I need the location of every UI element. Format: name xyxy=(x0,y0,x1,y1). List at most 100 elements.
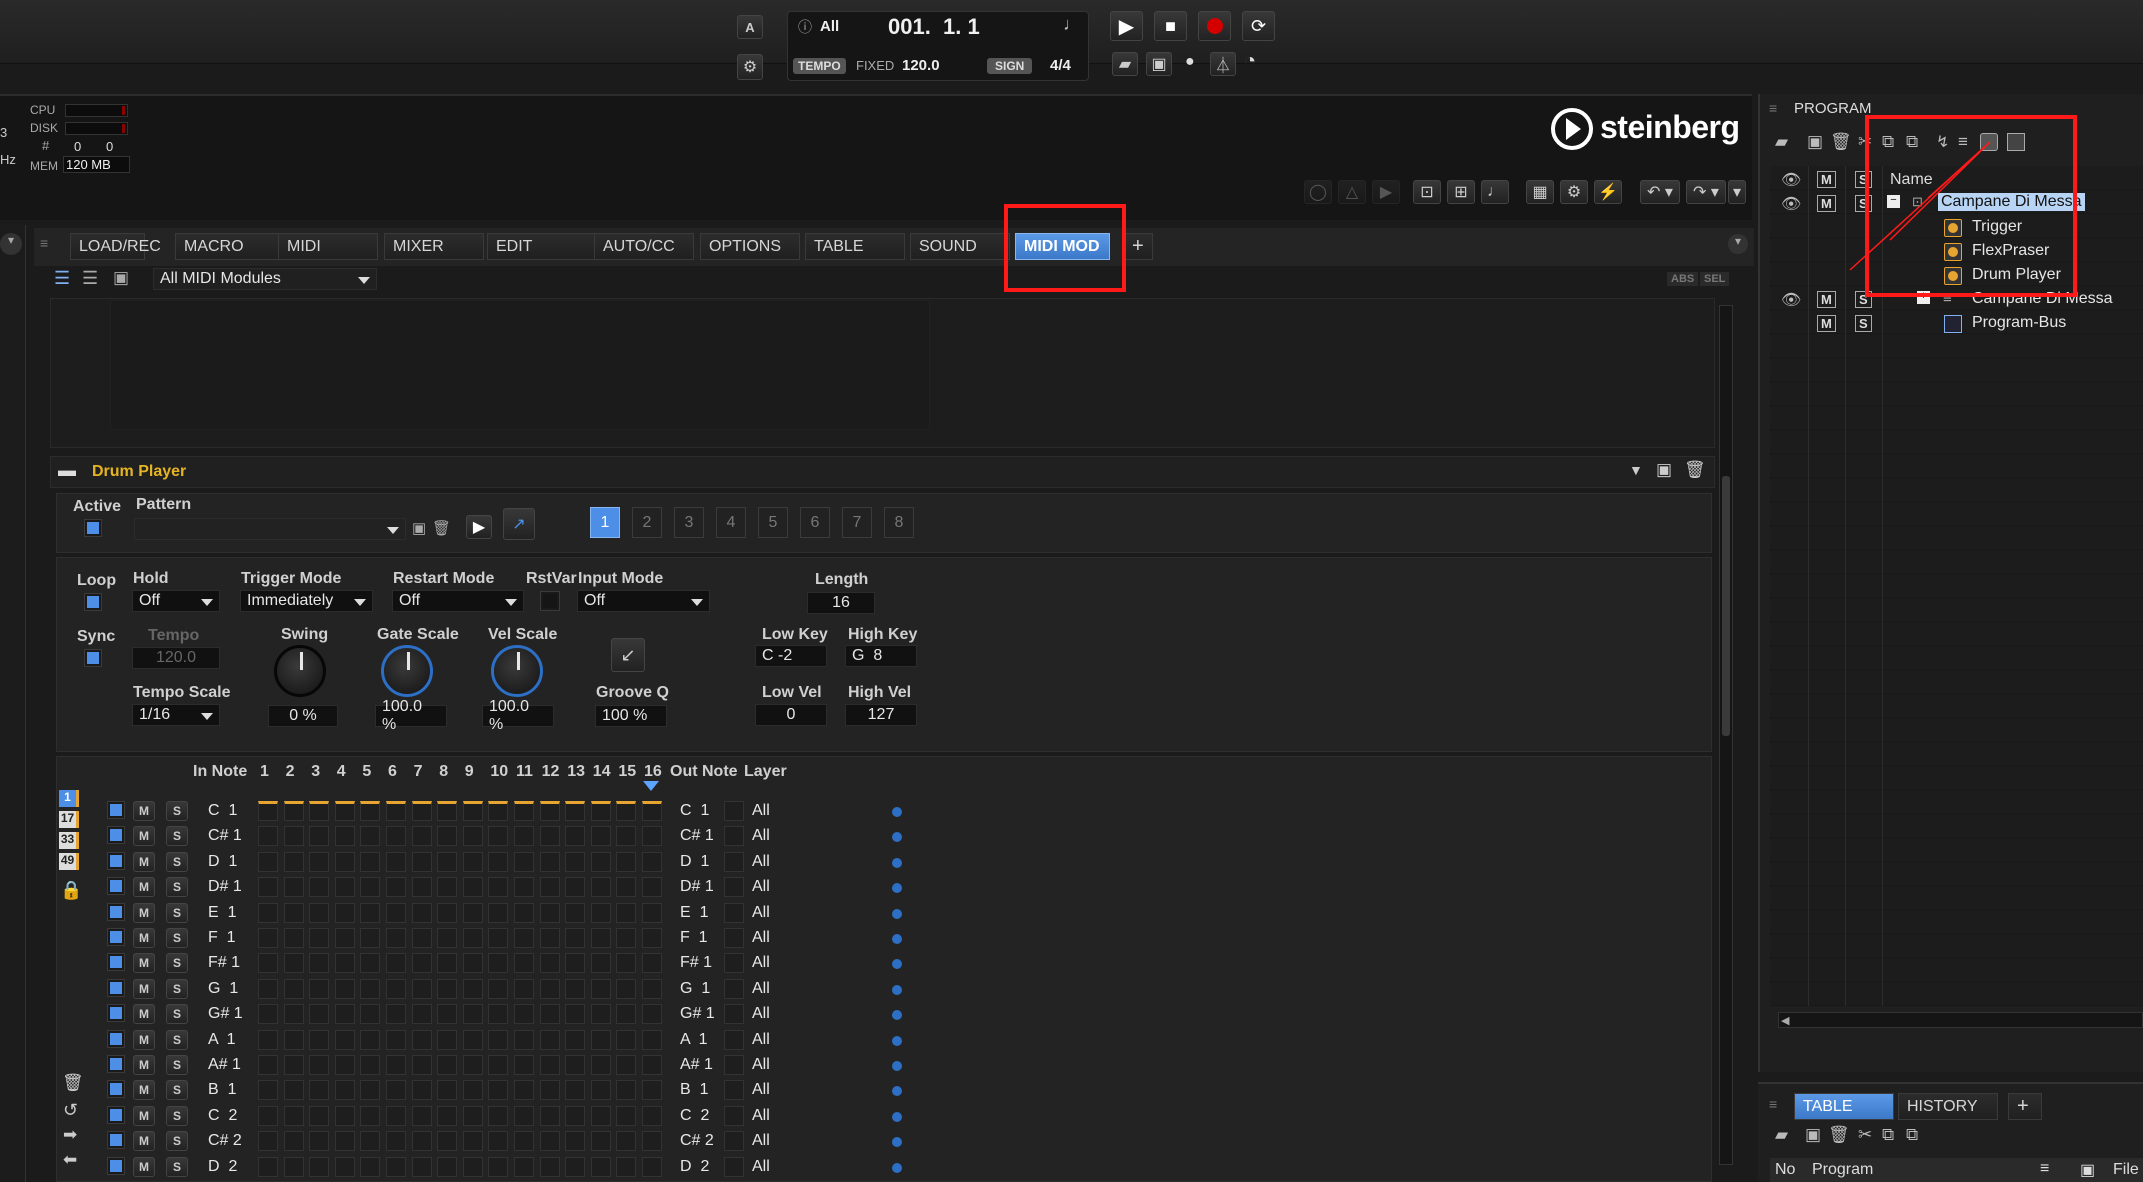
row-layer-dropdown-icon[interactable] xyxy=(892,857,902,868)
row-out-note[interactable]: D 1 xyxy=(680,853,709,871)
program-hscrollbar[interactable]: ◀ xyxy=(1778,1012,2143,1028)
row-in-note[interactable]: F 1 xyxy=(208,929,236,947)
step-cell[interactable] xyxy=(411,953,432,974)
pattern-slot-6[interactable]: 6 xyxy=(800,507,830,538)
row-solo-button[interactable]: S xyxy=(166,978,188,999)
step-cell[interactable] xyxy=(488,1080,509,1101)
table-list-icon[interactable]: ≡ xyxy=(2040,1160,2049,1178)
step-cell[interactable] xyxy=(437,978,458,999)
row-mute-button[interactable]: M xyxy=(133,902,155,923)
step-cell[interactable] xyxy=(539,1105,560,1126)
step-cell[interactable] xyxy=(514,1080,534,1101)
toolbar-icon-1[interactable]: ◯ xyxy=(1304,180,1332,204)
row-layer[interactable]: All xyxy=(752,1107,770,1125)
row-layer-toggle[interactable] xyxy=(724,978,744,999)
step-cell[interactable] xyxy=(258,928,278,948)
step-cell[interactable] xyxy=(437,1055,458,1075)
swing-value[interactable]: 0 % xyxy=(268,705,338,727)
step-cell[interactable] xyxy=(565,1004,586,1025)
step-cell[interactable] xyxy=(360,902,381,923)
row-in-note[interactable]: D 1 xyxy=(208,853,237,871)
step-cell[interactable] xyxy=(437,902,458,923)
step-cell[interactable] xyxy=(437,953,458,974)
step-cell[interactable] xyxy=(309,953,330,974)
trash-icon[interactable]: 🗑 xyxy=(62,1073,84,1093)
step-cell[interactable] xyxy=(642,1055,662,1075)
row-solo-button[interactable]: S xyxy=(166,902,188,923)
row-active-checkbox[interactable] xyxy=(108,979,124,996)
step-cell[interactable] xyxy=(437,801,458,821)
row-active-checkbox[interactable] xyxy=(108,903,124,920)
row-in-note[interactable]: E 1 xyxy=(208,904,236,922)
step-cell[interactable] xyxy=(411,1080,432,1101)
row-layer-toggle[interactable] xyxy=(724,902,744,923)
pattern-slot-3[interactable]: 3 xyxy=(674,507,704,538)
step-cell[interactable] xyxy=(309,1131,330,1152)
step-cell[interactable] xyxy=(309,1105,330,1126)
row-active-checkbox[interactable] xyxy=(108,802,124,818)
row-layer-toggle[interactable] xyxy=(724,1080,744,1101)
table-save-icon[interactable]: ▣ xyxy=(1805,1125,1821,1145)
table-col-no[interactable]: No xyxy=(1775,1161,1795,1179)
step-cell[interactable] xyxy=(334,826,355,847)
step-cell[interactable] xyxy=(514,928,534,948)
row-solo-button[interactable]: S xyxy=(166,1055,188,1075)
row-layer-toggle[interactable] xyxy=(724,877,744,898)
tab-table[interactable]: TABLE xyxy=(805,233,905,260)
row-layer-dropdown-icon[interactable] xyxy=(892,1061,902,1071)
step-cell[interactable] xyxy=(514,1029,534,1050)
step-cell[interactable] xyxy=(309,928,330,948)
row-layer[interactable]: All xyxy=(752,827,770,845)
row-solo-button[interactable]: S xyxy=(166,801,188,821)
row-out-note[interactable]: A# 1 xyxy=(680,1056,713,1074)
row-layer[interactable]: All xyxy=(752,1031,770,1049)
step-cell[interactable] xyxy=(514,902,534,923)
toolbar-icon-6[interactable]: ♩ xyxy=(1481,180,1509,204)
save-icon[interactable]: ▣ xyxy=(1146,52,1172,76)
row-solo-button[interactable]: S xyxy=(166,953,188,974)
row-layer[interactable]: All xyxy=(752,929,770,947)
step-cell[interactable] xyxy=(283,1105,304,1126)
row-in-note[interactable]: G 1 xyxy=(208,980,238,998)
module-delete-icon[interactable]: 🗑 xyxy=(1684,460,1706,480)
row-layer-toggle[interactable] xyxy=(724,826,744,847)
row-mute-button[interactable]: M xyxy=(133,1080,155,1101)
step-cell[interactable] xyxy=(514,877,534,898)
tab-auto-cc[interactable]: AUTO/CC xyxy=(594,233,694,260)
tree-item-program-bus[interactable]: Program-Bus xyxy=(1972,314,2066,332)
module-filter-select[interactable]: All MIDI Modules xyxy=(153,268,377,290)
input-mode-select[interactable]: Off xyxy=(577,590,710,612)
step-cell[interactable] xyxy=(565,826,586,847)
tempo-value[interactable]: 120.0 xyxy=(902,57,940,74)
step-cell[interactable] xyxy=(411,826,432,847)
row-layer[interactable]: All xyxy=(752,802,770,820)
vel-scale-knob[interactable] xyxy=(491,645,543,697)
step-cell[interactable] xyxy=(539,877,560,898)
step-cell[interactable] xyxy=(616,877,637,898)
step-cell[interactable] xyxy=(334,1004,355,1025)
step-cell[interactable] xyxy=(642,1029,662,1050)
step-cell[interactable] xyxy=(258,1055,278,1075)
step-cell[interactable] xyxy=(334,928,355,948)
add-tab-button[interactable]: + xyxy=(1123,233,1153,260)
step-cell[interactable] xyxy=(514,1156,534,1177)
row-mute-button[interactable]: M xyxy=(133,801,155,821)
row-layer-dropdown-icon[interactable] xyxy=(892,807,902,817)
step-cell[interactable] xyxy=(437,851,458,872)
transport-mode[interactable]: All xyxy=(820,18,839,35)
step-cell[interactable] xyxy=(386,1004,406,1025)
step-cell[interactable] xyxy=(411,978,432,999)
toolbar-icon-5[interactable]: ⊞ xyxy=(1447,180,1475,204)
row-out-note[interactable]: D# 1 xyxy=(680,878,714,896)
step-cell[interactable] xyxy=(565,928,586,948)
rstvar-checkbox[interactable] xyxy=(541,592,559,610)
step-cell[interactable] xyxy=(334,978,355,999)
step-cell[interactable] xyxy=(309,1004,330,1025)
row-solo-button[interactable]: S xyxy=(166,1156,188,1177)
sel-toggle[interactable]: SEL xyxy=(1700,272,1730,286)
row-layer-dropdown-icon[interactable] xyxy=(892,934,902,944)
lightning-icon[interactable]: ⚡ xyxy=(1594,180,1622,204)
active-checkbox[interactable] xyxy=(85,520,101,536)
step-cell[interactable] xyxy=(462,1131,483,1152)
low-vel-field[interactable]: 0 xyxy=(755,704,827,726)
